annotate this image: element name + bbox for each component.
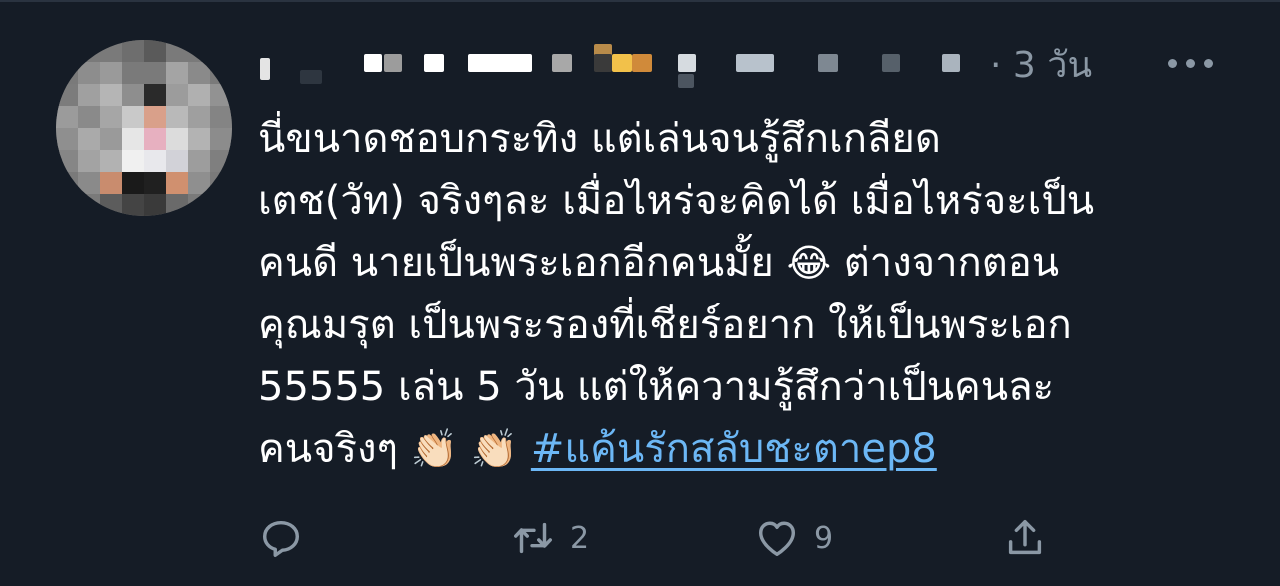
dot xyxy=(1186,59,1195,68)
heart-icon xyxy=(758,521,796,557)
like-button[interactable]: 9 xyxy=(754,508,833,568)
avatar-pixel xyxy=(144,84,166,106)
reply-icon xyxy=(262,520,300,557)
censored-name xyxy=(468,54,532,72)
censored-name xyxy=(736,54,774,72)
avatar-pixel xyxy=(78,172,100,194)
avatar-pixel xyxy=(122,40,144,62)
avatar-pixel xyxy=(56,128,78,150)
avatar[interactable] xyxy=(56,40,232,216)
avatar-pixel xyxy=(100,128,122,150)
censored-name xyxy=(882,54,900,72)
avatar-pixel xyxy=(188,172,210,194)
tweet-header xyxy=(258,40,1258,96)
avatar-pixel xyxy=(166,194,188,216)
avatar-pixel xyxy=(210,128,232,150)
tweet-line: ต่างจากตอน xyxy=(843,240,1060,286)
avatar-pixel xyxy=(144,150,166,172)
avatar-pixel xyxy=(188,62,210,84)
censored-name xyxy=(300,70,322,84)
avatar-pixel xyxy=(166,106,188,128)
avatar-pixel xyxy=(78,106,100,128)
avatar-pixel xyxy=(100,194,122,216)
avatar-pixel xyxy=(78,84,100,106)
avatar-pixel xyxy=(144,194,166,216)
avatar-pixel xyxy=(56,84,78,106)
avatar-pixel xyxy=(144,106,166,128)
avatar-pixel xyxy=(100,172,122,194)
avatar-pixel xyxy=(56,106,78,128)
censored-name xyxy=(424,54,444,72)
avatar-pixel xyxy=(166,62,188,84)
share-icon xyxy=(1008,519,1042,555)
avatar-pixel xyxy=(188,106,210,128)
avatar-pixel xyxy=(144,172,166,194)
clapping-emoji-icon: 👏🏻 xyxy=(410,427,459,471)
dot xyxy=(1204,59,1213,68)
retweet-count: 2 xyxy=(570,520,590,556)
avatar-pixel xyxy=(210,106,232,128)
tweet-line: 55555 เล่น 5 วัน แต่ให้ความรู้สึกว่าเป็น… xyxy=(258,364,1055,410)
censored-name xyxy=(594,54,612,72)
tweet-line: นี่ขนาดชอบกระทิง แต่เล่นจนรู้สึกเกลียด xyxy=(258,116,941,162)
laughing-emoji-icon: 😂 xyxy=(786,241,831,285)
share-button[interactable] xyxy=(1002,508,1048,568)
avatar-pixel xyxy=(166,150,188,172)
censored-name xyxy=(612,54,632,72)
censored-name xyxy=(632,54,652,72)
avatar-pixel xyxy=(78,128,100,150)
tweet-line: เตช(วัท) จริงๆละ เมื่อไหร่จะคิดได้ เมื่อ… xyxy=(258,178,1095,224)
avatar-pixel xyxy=(122,194,144,216)
avatar-pixel xyxy=(122,106,144,128)
like-count: 9 xyxy=(814,520,834,556)
avatar-pixel xyxy=(122,84,144,106)
avatar-pixel xyxy=(100,150,122,172)
avatar-pixel xyxy=(166,84,188,106)
censored-name[interactable] xyxy=(260,58,270,80)
clapping-emoji-icon: 👏🏻 xyxy=(470,427,519,471)
top-divider xyxy=(0,0,1280,2)
tweet-line: คุณมรุต เป็นพระรองที่เชียร์อยาก ให้เป็นพ… xyxy=(258,302,1072,348)
censored-name xyxy=(384,54,402,72)
more-options-icon[interactable] xyxy=(1164,50,1218,76)
retweet-button[interactable]: 2 xyxy=(510,508,589,568)
avatar-pixel xyxy=(166,172,188,194)
tweet-actions: 2 9 xyxy=(258,508,1078,568)
avatar-pixel xyxy=(188,150,210,172)
avatar-pixel xyxy=(100,62,122,84)
avatar-pixel xyxy=(210,84,232,106)
tweet-line: คนจริงๆ xyxy=(258,426,399,472)
tweet-body: นี่ขนาดชอบกระทิง แต่เล่นจนรู้สึกเกลียด เ… xyxy=(258,108,1258,480)
avatar-pixel xyxy=(122,128,144,150)
censored-name xyxy=(942,54,960,72)
tweet-line: คนดี นายเป็นพระเอกอีกคนมั้ย xyxy=(258,240,774,286)
avatar-pixel xyxy=(122,172,144,194)
hashtag-link[interactable]: #แค้นรักสลับชะตาep8 xyxy=(531,426,937,472)
avatar-pixel xyxy=(122,150,144,172)
tweet-timestamp[interactable]: · 3 วัน xyxy=(990,42,1092,90)
avatar-pixel xyxy=(166,128,188,150)
avatar-pixel xyxy=(78,150,100,172)
avatar-pixel xyxy=(188,84,210,106)
avatar-pixel xyxy=(56,150,78,172)
censored-name xyxy=(678,54,696,72)
avatar-pixel xyxy=(100,84,122,106)
reply-button[interactable] xyxy=(258,508,318,568)
censored-name xyxy=(818,54,838,72)
avatar-pixel xyxy=(144,40,166,62)
retweet-icon xyxy=(514,522,552,554)
avatar-pixel xyxy=(100,106,122,128)
avatar-pixel xyxy=(188,128,210,150)
censored-name xyxy=(678,74,694,88)
avatar-pixel xyxy=(210,150,232,172)
avatar-pixel xyxy=(78,62,100,84)
avatar-pixel xyxy=(144,128,166,150)
censored-name xyxy=(552,54,572,72)
censored-name xyxy=(364,54,382,72)
dot xyxy=(1168,59,1177,68)
